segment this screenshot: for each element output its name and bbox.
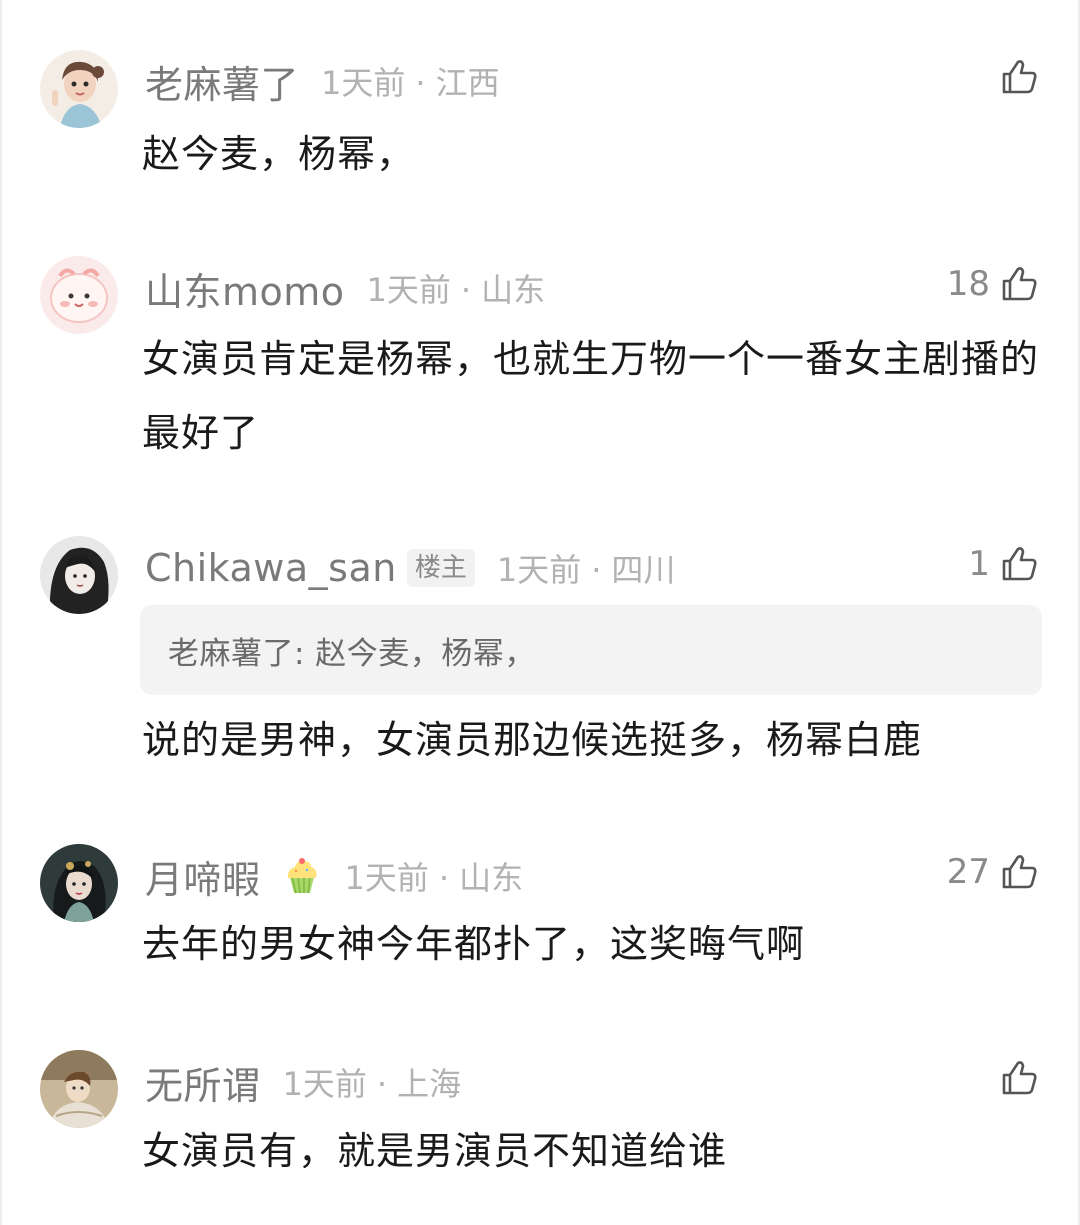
comment-location: 江西 — [435, 64, 500, 102]
comment-text: 说的是男神，女演员那边候选挺多，杨幂白鹿 — [142, 718, 923, 762]
comment-text: 女演员有，就是男演员不知道给谁 — [142, 1129, 728, 1173]
comment-location: 四川 — [611, 551, 676, 589]
comment-meta: 1天前 · 上海 — [283, 1059, 462, 1105]
quoted-reply[interactable]: 老麻薯了: 赵今麦，杨幂， — [140, 605, 1042, 695]
separator-dot: · — [438, 859, 450, 897]
like-button[interactable] — [990, 1053, 1040, 1103]
avatar[interactable] — [40, 256, 118, 334]
comment-text: 赵今麦，杨幂， — [142, 132, 416, 176]
thumbs-up-icon[interactable] — [998, 263, 1040, 305]
comment-header: 老麻薯了 1天前 · 江西 — [145, 54, 500, 109]
avatar[interactable] — [40, 536, 118, 614]
separator-dot: · — [376, 1065, 388, 1103]
comment-time: 1天前 — [496, 551, 582, 589]
comment-meta: 1天前 · 四川 — [497, 545, 676, 591]
avatar[interactable] — [40, 1050, 118, 1128]
thumbs-up-icon[interactable] — [998, 1057, 1040, 1099]
author-badge: 楼主 — [406, 549, 475, 587]
cupcake-icon — [281, 855, 323, 897]
comment-header: 无所谓 1天前 · 上海 — [145, 1055, 462, 1110]
like-button[interactable]: 1 — [968, 539, 1040, 589]
username[interactable]: 老麻薯了 — [145, 54, 299, 109]
like-button[interactable]: 27 — [947, 847, 1040, 897]
avatar[interactable] — [40, 50, 118, 128]
like-count: 1 — [968, 544, 990, 584]
quoted-text: 老麻薯了: 赵今麦，杨幂， — [168, 635, 536, 672]
username[interactable]: 月啼暇 — [145, 849, 261, 904]
like-button[interactable] — [990, 52, 1040, 102]
username[interactable]: Chikawa_san — [145, 546, 397, 590]
comment-text: 去年的男女神今年都扑了，这奖晦气啊 — [142, 922, 806, 966]
comment-header: Chikawa_san 楼主 1天前 · 四川 — [145, 543, 675, 593]
comment-location: 山东 — [481, 271, 546, 309]
comment-time: 1天前 — [321, 64, 406, 102]
comment-meta: 1天前 · 江西 — [321, 58, 500, 104]
comment-location: 上海 — [397, 1065, 462, 1103]
comment-header: 山东momo 1天前 · 山东 — [145, 261, 546, 316]
like-count: 18 — [946, 264, 990, 304]
comment-meta: 1天前 · 山东 — [345, 853, 524, 899]
comment-location: 山东 — [459, 859, 524, 897]
username[interactable]: 山东momo — [145, 261, 345, 316]
separator-dot: · — [460, 271, 472, 309]
like-count: 27 — [946, 852, 990, 892]
comment-list: 老麻薯了 1天前 · 江西 赵今麦，杨幂， 山东momo 1天前 · 山东 18… — [0, 0, 1080, 1225]
thumbs-up-icon[interactable] — [998, 543, 1040, 585]
comment-text: 女演员肯定是杨幂，也就生万物一个一番女主剧播的最好了 — [142, 337, 1040, 455]
avatar[interactable] — [40, 844, 118, 922]
comment-time: 1天前 — [344, 859, 429, 897]
username[interactable]: 无所谓 — [145, 1055, 261, 1110]
thumbs-up-icon[interactable] — [998, 56, 1040, 98]
thumbs-up-icon[interactable] — [998, 851, 1040, 893]
comment-time: 1天前 — [282, 1065, 367, 1103]
comment-meta: 1天前 · 山东 — [367, 265, 546, 311]
comment-time: 1天前 — [366, 271, 451, 309]
separator-dot: · — [415, 64, 426, 102]
like-button[interactable]: 18 — [947, 259, 1040, 309]
comment-header: 月啼暇 1天前 · 山东 — [145, 849, 524, 904]
separator-dot: · — [591, 551, 602, 589]
